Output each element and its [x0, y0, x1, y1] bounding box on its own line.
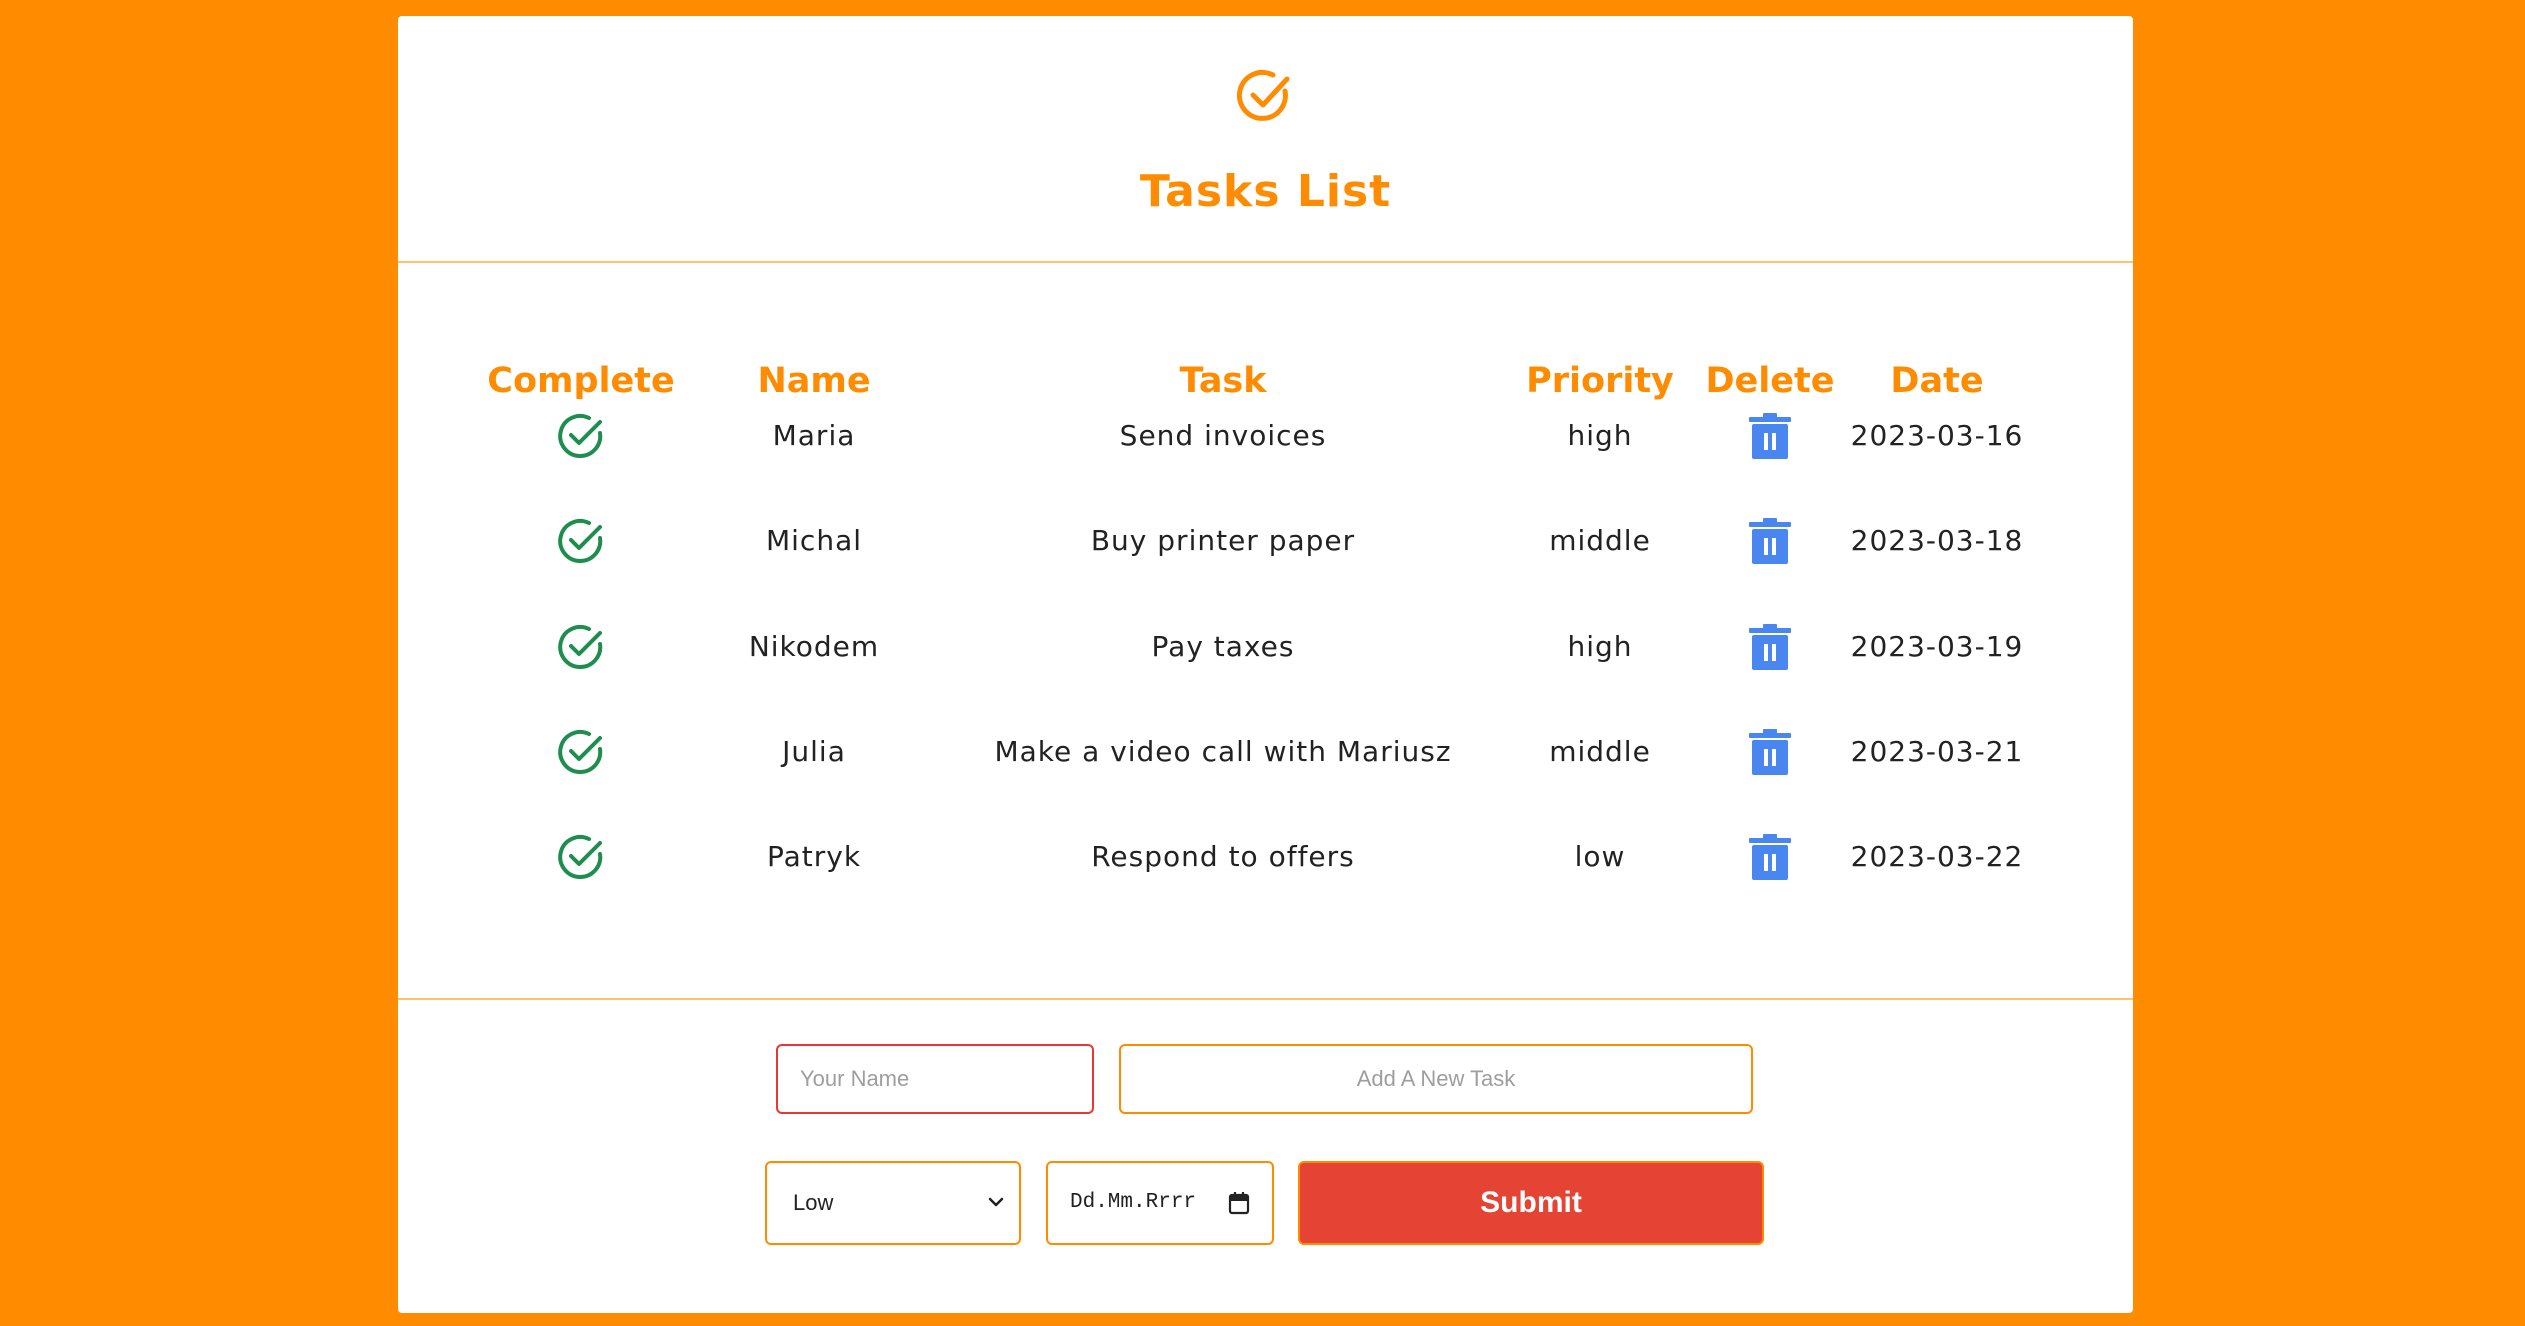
- cell-name: Julia: [782, 735, 846, 768]
- priority-selected-value: Low: [793, 1190, 834, 1215]
- cell-priority: middle: [1549, 524, 1651, 557]
- cell-name: Nikodem: [748, 630, 880, 663]
- new-task-form: Low Dd.Mm.Rrrr Submit: [398, 998, 2133, 1315]
- name-input[interactable]: [776, 1044, 1094, 1114]
- trash-icon[interactable]: [1745, 727, 1795, 777]
- column-header-task: Task: [1179, 361, 1267, 401]
- complete-check-icon[interactable]: [556, 411, 606, 461]
- chevron-down-icon: [988, 1197, 1004, 1207]
- header: Tasks List: [398, 16, 2133, 263]
- column-header-priority: Priority: [1526, 361, 1674, 401]
- column-header-complete: Complete: [487, 361, 675, 401]
- cell-date: 2023-03-18: [1850, 524, 2024, 557]
- column-header-date: Date: [1890, 361, 1984, 401]
- column-header-delete: Delete: [1705, 361, 1835, 401]
- date-input[interactable]: Dd.Mm.Rrrr: [1046, 1161, 1274, 1245]
- cell-date: 2023-03-21: [1850, 735, 2024, 768]
- table-row: Michal Buy printer paper middle 2023-03-18: [398, 511, 2133, 571]
- cell-task: Make a video call with Mariusz: [994, 735, 1452, 768]
- cell-name: Patryk: [766, 840, 862, 873]
- complete-check-icon[interactable]: [556, 727, 606, 777]
- column-header-name: Name: [757, 361, 871, 401]
- trash-icon[interactable]: [1745, 516, 1795, 566]
- cell-task: Pay taxes: [1151, 630, 1295, 663]
- cell-priority: middle: [1549, 735, 1651, 768]
- cell-name: Michal: [765, 524, 863, 557]
- complete-check-icon[interactable]: [556, 622, 606, 672]
- check-circle-icon: [1236, 69, 1290, 121]
- priority-select[interactable]: Low: [765, 1161, 1021, 1245]
- table-row: Patryk Respond to offers low 2023-03-22: [398, 827, 2133, 887]
- cell-date: 2023-03-19: [1850, 630, 2024, 663]
- cell-priority: low: [1574, 840, 1626, 873]
- cell-task: Buy printer paper: [1090, 524, 1356, 557]
- cell-task: Send invoices: [1119, 419, 1327, 452]
- cell-name: Maria: [772, 419, 856, 452]
- submit-button[interactable]: Submit: [1298, 1161, 1764, 1245]
- calendar-icon[interactable]: [1228, 1191, 1250, 1215]
- cell-priority: high: [1567, 419, 1633, 452]
- cell-date: 2023-03-16: [1850, 419, 2024, 452]
- trash-icon[interactable]: [1745, 622, 1795, 672]
- tasks-table: Complete Name Task Priority Delete Date …: [398, 263, 2133, 1013]
- trash-icon[interactable]: [1745, 832, 1795, 882]
- table-row: Julia Make a video call with Mariusz middl…: [398, 722, 2133, 782]
- complete-check-icon[interactable]: [556, 832, 606, 882]
- date-placeholder: Dd.Mm.Rrrr: [1070, 1191, 1197, 1214]
- page-title: Tasks List: [1139, 166, 1392, 217]
- cell-date: 2023-03-22: [1850, 840, 2024, 873]
- task-input[interactable]: [1119, 1044, 1753, 1114]
- cell-priority: high: [1567, 630, 1633, 663]
- complete-check-icon[interactable]: [556, 516, 606, 566]
- trash-icon[interactable]: [1745, 411, 1795, 461]
- table-row: Maria Send invoices high 2023-03-16: [398, 406, 2133, 466]
- cell-task: Respond to offers: [1091, 840, 1355, 873]
- tasks-card: Tasks List Complete Name Task Priority D…: [398, 16, 2133, 1313]
- table-row: Nikodem Pay taxes high 2023-03-19: [398, 617, 2133, 677]
